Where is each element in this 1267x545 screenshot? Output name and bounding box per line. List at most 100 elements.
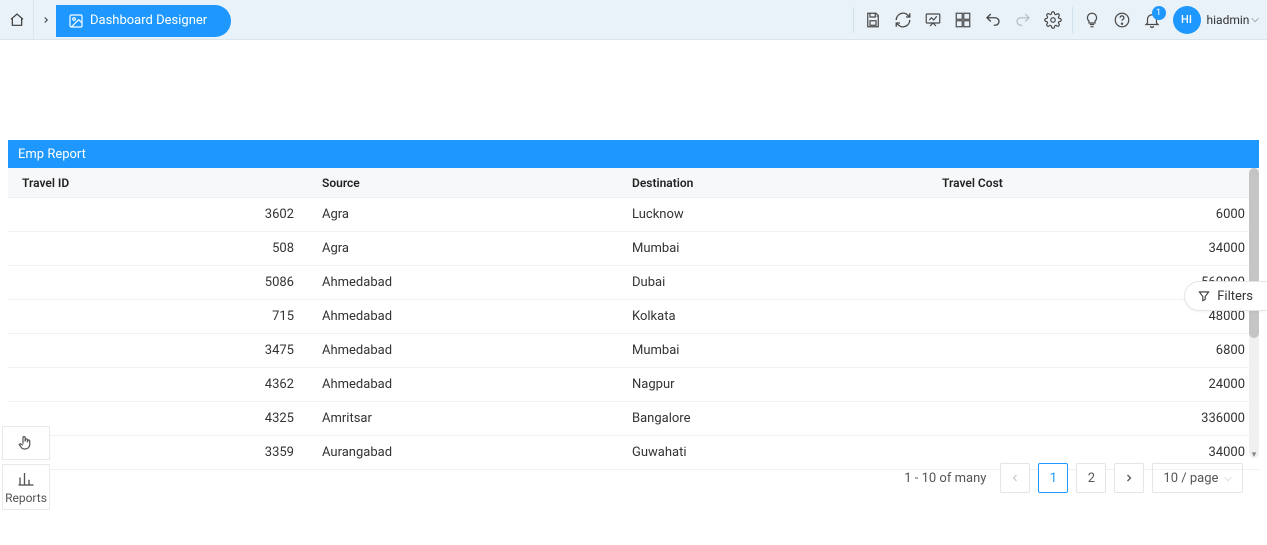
table-body: 3602AgraLucknow6000508AgraMumbai34000508… [8,198,1259,470]
cell-travel-id: 3475 [8,343,308,358]
help-icon [1113,11,1131,29]
table-row[interactable]: 3475AhmedabadMumbai6800 [8,334,1259,368]
table-row[interactable]: 715AhmedabadKolkata48000 [8,300,1259,334]
cell-travel-id: 3359 [8,445,308,460]
cell-source: Amritsar [308,411,618,426]
home-icon [9,12,25,28]
page-size-label: 10 / page [1163,471,1218,486]
cell-destination: Kolkata [618,309,928,324]
cell-travel-id: 4325 [8,411,308,426]
table-row[interactable]: 508AgraMumbai34000 [8,232,1259,266]
user-menu[interactable]: HI hiadmin ⌵ [1173,6,1259,34]
cell-destination: Lucknow [618,207,928,222]
cell-travel-id: 3602 [8,207,308,222]
user-name: hiadmin [1207,13,1250,27]
help-button[interactable] [1107,5,1137,35]
cell-travel-id: 508 [8,241,308,256]
cell-destination: Mumbai [618,241,928,256]
page-2-button[interactable]: 2 [1076,463,1106,493]
toolbar-divider [1072,7,1073,33]
undo-icon [984,11,1002,29]
cell-travel-cost: 34000 [928,241,1259,256]
avatar: HI [1173,6,1201,34]
notifications-button[interactable]: 1 [1137,5,1167,35]
table-row[interactable]: 5086AhmedabadDubai560000 [8,266,1259,300]
redo-icon [1014,11,1032,29]
cell-destination: Dubai [618,275,928,290]
pagination: 1 - 10 of many 1 2 10 / page ⌵ [904,463,1243,493]
hint-button[interactable] [1077,5,1107,35]
scrollbar-thumb[interactable] [1249,168,1259,338]
cell-source: Ahmedabad [308,309,618,324]
filter-icon [1197,289,1211,303]
report-table: Travel ID Source Destination Travel Cost… [8,168,1259,470]
cell-destination: Guwahati [618,445,928,460]
cell-destination: Nagpur [618,377,928,392]
refresh-button[interactable] [888,5,918,35]
filters-label: Filters [1217,289,1253,304]
refresh-icon [894,11,912,29]
pagination-info: 1 - 10 of many [904,471,986,486]
interaction-mode-button[interactable] [2,426,50,460]
top-toolbar: Dashboard Designer [0,0,1267,40]
undo-button[interactable] [978,5,1008,35]
save-dropdown-icon [864,11,882,29]
cell-travel-cost: 6800 [928,343,1259,358]
chevron-down-icon: ⌵ [1224,473,1232,484]
table-header: Travel ID Source Destination Travel Cost [8,168,1259,198]
cell-source: Ahmedabad [308,377,618,392]
filters-toggle[interactable]: Filters [1184,281,1267,311]
presentation-icon [924,11,942,29]
cell-source: Agra [308,207,618,222]
cell-source: Aurangabad [308,445,618,460]
cell-source: Ahmedabad [308,275,618,290]
col-header-travel-cost[interactable]: Travel Cost [928,168,1259,197]
toolbar-group-actions: 1 HI hiadmin ⌵ [849,0,1259,40]
col-header-destination[interactable]: Destination [618,168,928,197]
grid-icon [954,11,972,29]
scroll-down-arrow[interactable]: ▾ [1249,450,1259,460]
bar-chart-icon [17,470,35,488]
dashboard-designer-icon [68,13,84,29]
col-header-travel-id[interactable]: Travel ID [8,168,308,197]
table-row[interactable]: 4362AhmedabadNagpur24000 [8,368,1259,402]
report-title: Emp Report [18,147,86,162]
redo-button[interactable] [1008,5,1038,35]
chevron-left-icon [1009,472,1021,484]
cell-destination: Bangalore [618,411,928,426]
cell-travel-cost: 24000 [928,377,1259,392]
report-title-bar: Emp Report [8,140,1259,168]
cell-travel-cost: 48000 [928,309,1259,324]
cell-travel-id: 4362 [8,377,308,392]
breadcrumb-current-chip[interactable]: Dashboard Designer [56,5,231,37]
vertical-scrollbar[interactable]: ▾ [1247,168,1259,458]
page-1-button[interactable]: 1 [1038,463,1068,493]
gear-icon [1044,11,1062,29]
chevron-down-icon: ⌵ [1251,14,1259,25]
breadcrumb-current-label: Dashboard Designer [90,13,207,28]
chevron-right-icon [1123,472,1135,484]
cell-travel-id: 715 [8,309,308,324]
cell-destination: Mumbai [618,343,928,358]
table-row[interactable]: 3602AgraLucknow6000 [8,198,1259,232]
cell-travel-id: 5086 [8,275,308,290]
table-row[interactable]: 4325AmritsarBangalore336000 [8,402,1259,436]
page-size-select[interactable]: 10 / page ⌵ [1152,463,1243,493]
reports-panel-button[interactable]: Reports [2,464,50,510]
report-card: Emp Report Travel ID Source Destination … [8,140,1259,470]
page-next-button[interactable] [1114,463,1144,493]
reports-panel-label: Reports [5,491,47,505]
col-header-source[interactable]: Source [308,168,618,197]
settings-button[interactable] [1038,5,1068,35]
breadcrumb-home[interactable] [0,0,34,40]
notifications-badge: 1 [1152,6,1166,20]
chevron-right-icon [41,15,51,25]
lightbulb-icon [1083,11,1101,29]
widgets-button[interactable] [948,5,978,35]
present-button[interactable] [918,5,948,35]
toolbar-divider [853,7,854,33]
cell-source: Ahmedabad [308,343,618,358]
pointer-icon [17,434,35,452]
page-prev-button[interactable] [1000,463,1030,493]
save-button[interactable] [858,5,888,35]
